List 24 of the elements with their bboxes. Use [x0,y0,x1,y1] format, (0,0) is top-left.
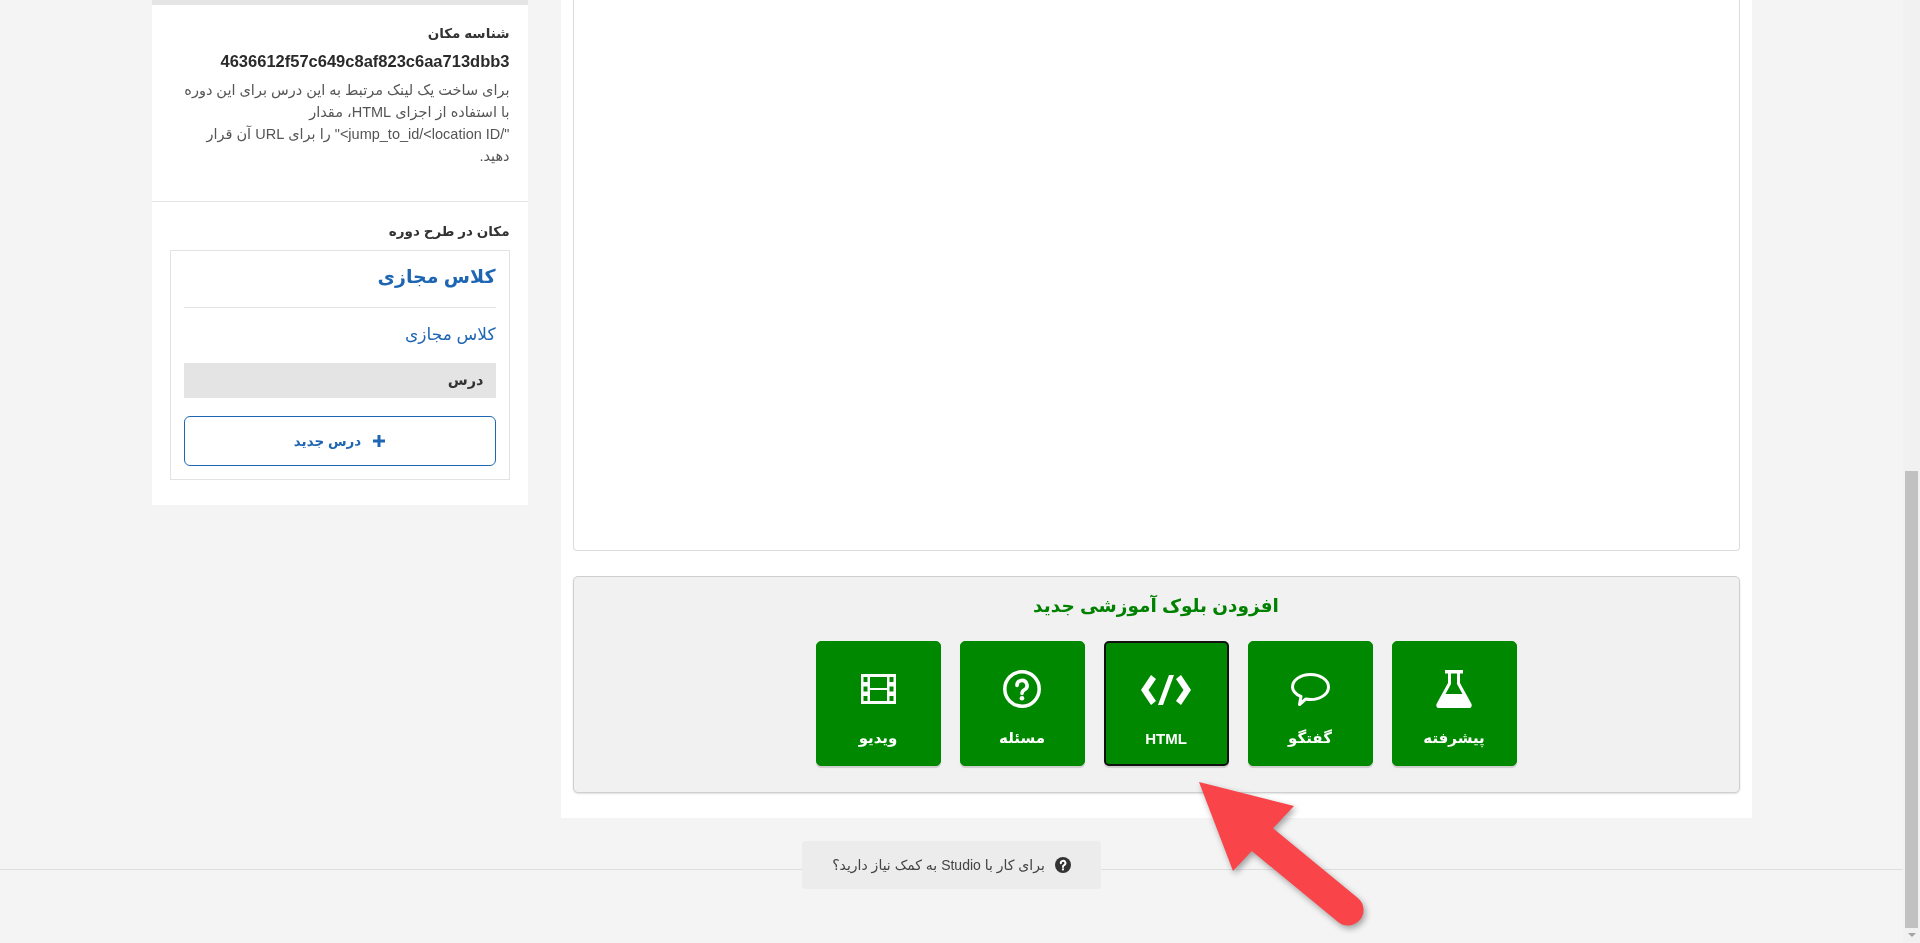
unit-item[interactable]: درس [183,363,496,398]
component-type-button[interactable]: گفتگو [1247,641,1373,766]
new-unit-button[interactable]: درس جدید [183,416,496,466]
location-id-help-text: برای ساخت یک لینک مرتبط به این درس برای این دوره با استفاده از اجزای HTML، مقدار "/jump_to_id/<location ID>" را برای URL آن قرار دهید. [183,81,510,166]
film-icon [860,674,896,704]
question-circle-icon [1054,857,1071,873]
scrollbar-thumb[interactable] [1905,471,1918,928]
location-id-label: شناسه مکان [426,25,510,43]
triangle-down-icon[interactable] [1907,933,1916,937]
help-link[interactable]: برای کار با Studio به کمک نیاز دارید؟ [802,841,1101,889]
location-id-value: 4636612f57c649c8af823c6aa713dbb3 [219,51,510,72]
add-component-title: افزودن بلوک آموزشی جدید [1032,594,1280,618]
speech-bubble-icon [1290,672,1330,706]
code-icon [1141,675,1191,705]
flask-icon [1436,670,1472,708]
component-type-button[interactable]: پیشرفته [1391,641,1517,766]
component-type-button[interactable]: HTML [1103,641,1229,766]
component-type-button[interactable]: ویدیو [815,641,941,766]
component-type-button[interactable]: مسئله [959,641,1085,766]
subsection-link[interactable]: کلاس مجازی [183,308,496,363]
question-circle-icon [1003,670,1041,708]
section-link[interactable]: کلاس مجازی [183,251,496,308]
outline-location-label: مکان در طرح دوره [387,223,510,241]
plus-icon [373,435,386,447]
